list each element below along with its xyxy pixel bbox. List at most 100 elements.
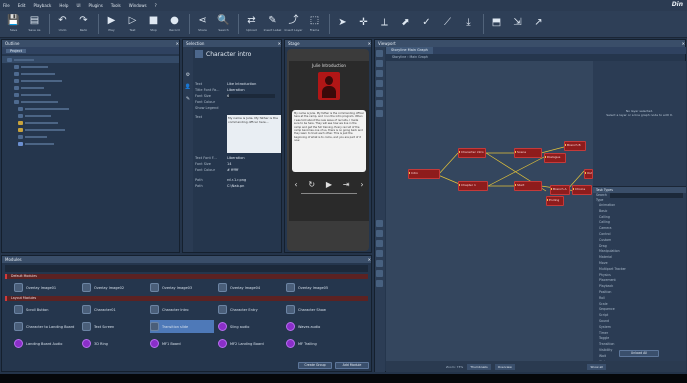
tree-row[interactable]: [2, 105, 179, 112]
toolbar-button[interactable]: ⬈: [396, 12, 415, 36]
toolbar-button[interactable]: ▤ Save As: [25, 12, 44, 36]
module-item[interactable]: Overlay Image03: [150, 281, 214, 294]
tree-row[interactable]: [2, 140, 179, 147]
property-row[interactable]: Text My name is Julie. My father is the c…: [193, 115, 281, 155]
property-value[interactable]: Liberation: [227, 156, 281, 160]
breadcrumb-storyline[interactable]: Storyline: [392, 55, 406, 59]
module-item[interactable]: Overlay Image05: [286, 281, 350, 294]
viewport-tool-icon[interactable]: [376, 170, 383, 177]
graph-node[interactable]: Branch A: [550, 185, 570, 195]
viewport-tool-icon[interactable]: [376, 230, 383, 237]
graph-node[interactable]: Start: [514, 181, 542, 191]
toolbar-button[interactable]: ▶ Play: [102, 12, 121, 36]
module-item[interactable]: Waves audio: [286, 320, 350, 333]
create-group-button[interactable]: Create Group: [298, 362, 332, 369]
toolbar-button[interactable]: ▷ Test: [123, 12, 142, 36]
viewport-tool-icon[interactable]: [376, 150, 383, 157]
thumbnails-button[interactable]: Thumbnails: [467, 363, 491, 370]
tree-row[interactable]: [2, 56, 179, 63]
viewport-tool-icon[interactable]: [376, 110, 383, 117]
viewport-tool-icon[interactable]: [376, 130, 383, 137]
toolbar-button[interactable]: ⬒: [487, 12, 506, 36]
tree-row[interactable]: [2, 126, 179, 133]
module-item[interactable]: MF1 Board: [150, 337, 214, 350]
unload-all-button[interactable]: Unload All: [619, 350, 659, 357]
viewport-tool-icon[interactable]: [376, 160, 383, 167]
search-input[interactable]: [609, 193, 683, 198]
property-value[interactable]: 14: [227, 162, 281, 166]
module-item[interactable]: Character to Landing Board: [14, 320, 78, 333]
graph-canvas[interactable]: Intro Character intro Chapter 1 Scene Start D…: [386, 61, 593, 361]
tree-row[interactable]: [2, 84, 179, 91]
property-value[interactable]: C:\Nab.pn: [227, 184, 281, 188]
menu-item[interactable]: Tools: [111, 3, 121, 8]
menu-item[interactable]: Edit: [18, 3, 26, 8]
menu-item[interactable]: Help: [59, 3, 68, 8]
module-item[interactable]: Sling audio: [218, 320, 282, 333]
toolbar-button[interactable]: ✎ Insert Label: [263, 12, 282, 36]
menu-item[interactable]: ?: [155, 3, 157, 8]
module-item[interactable]: Transition slide: [150, 320, 214, 333]
graph-node[interactable]: Outro: [584, 169, 593, 179]
tree-row[interactable]: [2, 77, 179, 84]
viewport-tool-icon[interactable]: [376, 80, 383, 87]
toolbar-button[interactable]: ↶ Undo: [53, 12, 72, 36]
viewport-tool-icon[interactable]: [376, 190, 383, 197]
tree-row[interactable]: [2, 98, 179, 105]
module-item[interactable]: MF Trailing: [286, 337, 350, 350]
tab-main-graph[interactable]: Storyline Main Graph: [386, 47, 433, 54]
menu-item[interactable]: UI: [76, 3, 80, 8]
module-item[interactable]: Overlay Image02: [82, 281, 146, 294]
close-icon[interactable]: ✕: [368, 256, 371, 263]
prev-icon[interactable]: ‹: [294, 180, 297, 189]
graph-node[interactable]: Dialogue: [544, 153, 566, 163]
toolbar-button[interactable]: ■ Stop: [144, 12, 163, 36]
toolbar-button[interactable]: 💾 Save: [4, 12, 23, 36]
close-icon[interactable]: ✕: [278, 40, 281, 47]
viewport-tool-icon[interactable]: [376, 70, 383, 77]
module-item[interactable]: MF2 Landing Board: [218, 337, 282, 350]
breadcrumb-main-graph[interactable]: Main Graph: [410, 55, 428, 59]
toolbar-button[interactable]: ⇄ Upload: [242, 12, 261, 36]
toolbar-button[interactable]: ⬚ Frame: [305, 12, 324, 36]
module-item[interactable]: Text Screen: [82, 320, 146, 333]
viewport-tool-icon[interactable]: [376, 140, 383, 147]
toolbar-button[interactable]: ⤓: [459, 12, 478, 36]
viewport-tool-icon[interactable]: [376, 270, 383, 277]
menu-item[interactable]: Windows: [129, 3, 147, 8]
module-item[interactable]: Scroll Button: [14, 303, 78, 316]
property-value[interactable]: My name is Julie. My father is the comma…: [227, 115, 281, 153]
add-module-button[interactable]: Add Module: [335, 362, 369, 369]
graph-node[interactable]: Character intro: [458, 148, 486, 158]
skip-icon[interactable]: ⇥: [343, 180, 350, 189]
toolbar-button[interactable]: ● Record: [165, 12, 184, 36]
toolbar-button[interactable]: ↗: [529, 12, 548, 36]
play-icon[interactable]: ▶: [326, 180, 332, 189]
close-icon[interactable]: ✕: [682, 40, 685, 47]
tree-row[interactable]: [2, 91, 179, 98]
toolbar-button[interactable]: ↷ Redo: [74, 12, 93, 36]
property-value[interactable]: rd.r.1.r.png: [227, 178, 281, 182]
close-icon[interactable]: ✕: [368, 40, 371, 47]
graph-node[interactable]: Scene: [514, 148, 542, 158]
property-value[interactable]: # ffffff: [227, 168, 281, 172]
user-icon[interactable]: 👤: [185, 84, 191, 90]
module-item[interactable]: 3D Ring: [82, 337, 146, 350]
graph-node[interactable]: Ending: [546, 196, 564, 206]
toolbar-button[interactable]: ⋖ Share: [193, 12, 212, 36]
property-value[interactable]: 6: [227, 94, 275, 98]
module-item[interactable]: Landing Board Audio: [14, 337, 78, 350]
viewport-tool-icon[interactable]: [376, 260, 383, 267]
toolbar-button[interactable]: ✛: [354, 12, 373, 36]
viewport-tool-icon[interactable]: [376, 120, 383, 127]
show-all-button[interactable]: Show all: [587, 363, 606, 370]
pen-icon[interactable]: ✎: [186, 96, 190, 102]
tree-row[interactable]: [2, 63, 179, 70]
toolbar-button[interactable]: ⤴ Insert Layer: [284, 12, 303, 36]
toolbar-button[interactable]: 🔍 Search: [214, 12, 233, 36]
graph-node[interactable]: Choice: [572, 185, 592, 195]
graph-node[interactable]: Chapter 1: [458, 181, 488, 191]
graph-node[interactable]: Branch B: [564, 141, 586, 151]
close-icon[interactable]: ✕: [176, 40, 179, 47]
property-value[interactable]: Liberation: [227, 88, 281, 92]
